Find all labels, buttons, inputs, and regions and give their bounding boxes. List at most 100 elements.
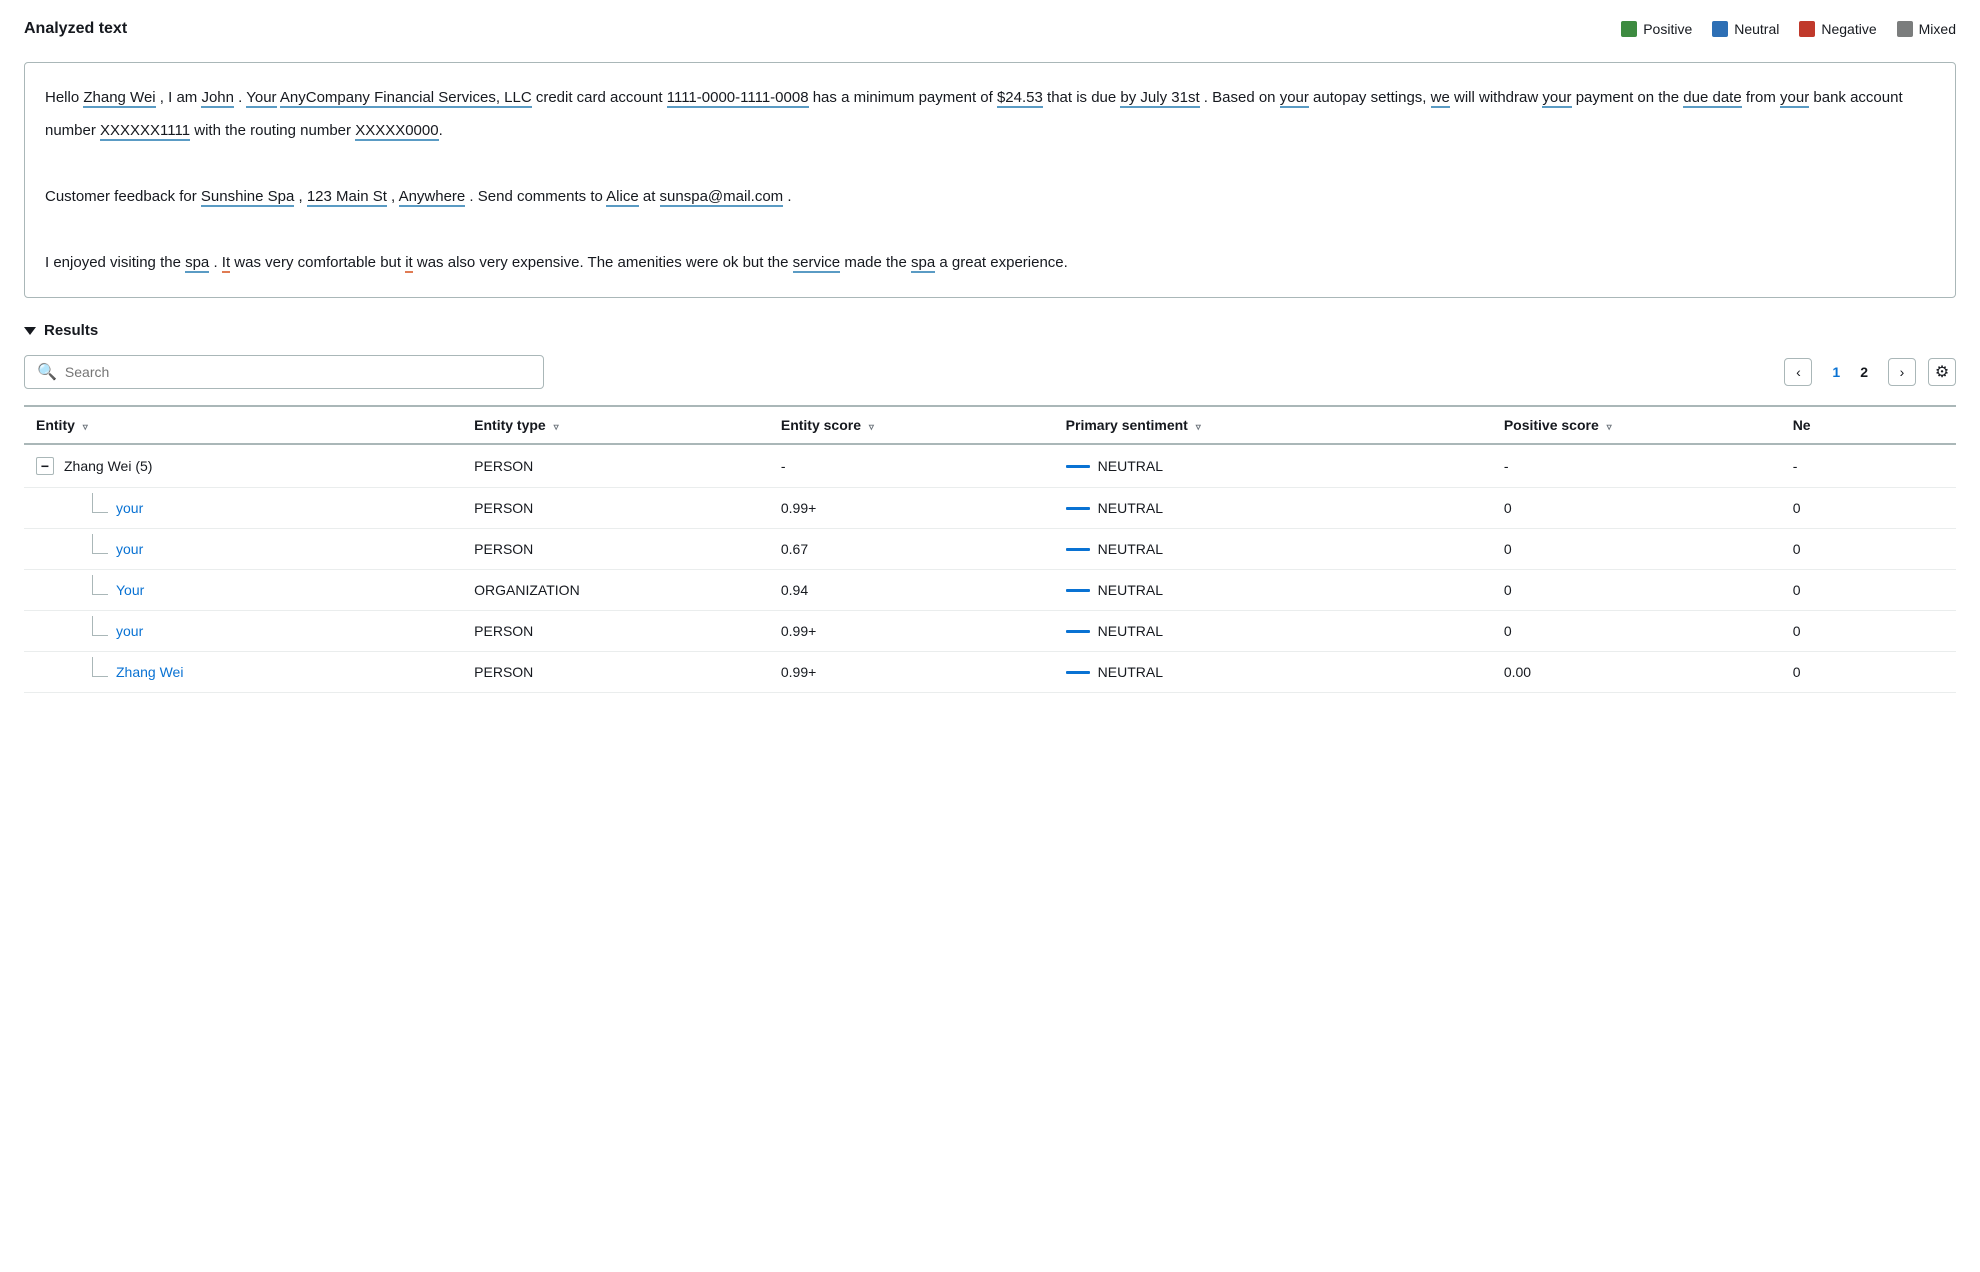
word-comma1: , I am (156, 89, 202, 106)
collapse-icon (24, 327, 36, 335)
word-great: a great experience. (935, 254, 1068, 271)
entity-link-your-2[interactable]: your (116, 541, 143, 557)
col-header-entity-type: Entity type ▿ (462, 406, 769, 444)
sentiment-cell-your-4: NEUTRAL (1054, 611, 1492, 652)
entity-sunshine-spa: Sunshine Spa (201, 188, 294, 207)
entity-address: 123 Main St (307, 188, 387, 207)
entity-link-zhang-wei-2[interactable]: Zhang Wei (116, 664, 183, 680)
word-credit: credit card account (532, 89, 667, 106)
entity-your-3: your (1542, 89, 1571, 108)
entity-date: by July 31st (1120, 89, 1199, 108)
sentiment-cell-your-3: NEUTRAL (1054, 570, 1492, 611)
entity-email: sunspa@mail.com (660, 188, 784, 207)
entity-your-1: Your (246, 89, 276, 108)
word-period2: . (439, 122, 443, 139)
primary-sentiment-sort-icon[interactable]: ▿ (1196, 422, 1201, 433)
word-period4: . (209, 254, 222, 271)
score-cell-your-2: 0.67 (769, 529, 1054, 570)
entity-type-sort-icon[interactable]: ▿ (554, 422, 559, 433)
results-header[interactable]: Results (24, 322, 1956, 339)
legend-positive-label: Positive (1643, 21, 1692, 37)
pagination: ‹ 1 2 › ⚙ (1784, 358, 1956, 386)
table-row: your PERSON 0.99+ NEUTRAL 0 0 (24, 611, 1956, 652)
word-comma3: , (387, 188, 399, 205)
sentiment-legend: Positive Neutral Negative Mixed (1621, 21, 1956, 37)
entity-link-your-3[interactable]: Your (116, 582, 144, 598)
legend-mixed: Mixed (1897, 21, 1956, 37)
entity-service: service (793, 254, 841, 273)
page-title: Analyzed text (24, 20, 127, 38)
entity-alice: Alice (606, 188, 639, 207)
positive-score-sort-icon[interactable]: ▿ (1607, 422, 1612, 433)
search-box[interactable]: 🔍 (24, 355, 544, 389)
score-cell-your-1: 0.99+ (769, 488, 1054, 529)
word-routing: with the routing number (190, 122, 355, 139)
col-header-primary-sentiment: Primary sentiment ▿ (1054, 406, 1492, 444)
sentiment-line-icon (1066, 589, 1090, 592)
word-made: made the (840, 254, 911, 271)
type-cell-zhang-wei-group: PERSON (462, 444, 769, 488)
entity-routing: XXXXX0000 (355, 122, 438, 141)
page-1-button[interactable]: 1 (1824, 362, 1848, 382)
word-from: from (1742, 89, 1780, 106)
table-row: − Zhang Wei (5) PERSON - NEUTRAL - - (24, 444, 1956, 488)
sentiment-line-icon (1066, 507, 1090, 510)
collapse-row-button[interactable]: − (36, 457, 54, 475)
sentiment-line-icon (1066, 671, 1090, 674)
entity-cell-zhang-wei-group: − Zhang Wei (5) (24, 444, 462, 488)
sentiment-value: NEUTRAL (1098, 458, 1163, 474)
positive-color-dot (1621, 21, 1637, 37)
col-header-neg: Ne (1781, 406, 1956, 444)
entity-zhang-wei-1: Zhang Wei (83, 89, 155, 108)
word-autopay: autopay settings, (1309, 89, 1431, 106)
entity-john: John (201, 89, 234, 108)
pos-score-cell-zhang-wei-2: 0.00 (1492, 652, 1781, 693)
search-input[interactable] (65, 364, 531, 380)
entity-due-date: due date (1683, 89, 1741, 108)
page-2-button[interactable]: 2 (1852, 362, 1876, 382)
next-page-button[interactable]: › (1888, 358, 1916, 386)
pos-score-cell-zhang-wei-group: - (1492, 444, 1781, 488)
entity-link-your-4[interactable]: your (116, 623, 143, 639)
results-table: Entity ▿ Entity type ▿ Entity score ▿ Pr… (24, 405, 1956, 693)
table-row: your PERSON 0.99+ NEUTRAL 0 0 (24, 488, 1956, 529)
word-based: . Based on (1200, 89, 1280, 106)
sentiment-cell-zhang-wei-2: NEUTRAL (1054, 652, 1492, 693)
legend-neutral-label: Neutral (1734, 21, 1779, 37)
type-cell-your-4: PERSON (462, 611, 769, 652)
entity-spa-1: spa (185, 254, 209, 273)
entity-link-your-1[interactable]: your (116, 500, 143, 516)
neg-score-cell-zhang-wei-2: 0 (1781, 652, 1956, 693)
entity-value-zhang-wei-group: Zhang Wei (5) (64, 458, 152, 474)
word-send: . Send comments to (465, 188, 606, 205)
legend-negative-label: Negative (1821, 21, 1876, 37)
neg-score-cell-your-1: 0 (1781, 488, 1956, 529)
results-section: Results 🔍 ‹ 1 2 › ⚙ Entity ▿ (24, 322, 1956, 693)
entity-spa-2: spa (911, 254, 935, 273)
sentiment-line-icon (1066, 630, 1090, 633)
mixed-color-dot (1897, 21, 1913, 37)
table-row: Your ORGANIZATION 0.94 NEUTRAL 0 0 (24, 570, 1956, 611)
pos-score-cell-your-3: 0 (1492, 570, 1781, 611)
col-header-entity-score: Entity score ▿ (769, 406, 1054, 444)
sentiment-value: NEUTRAL (1098, 541, 1163, 557)
word-at: at (639, 188, 660, 205)
entity-it-1: It (222, 254, 230, 273)
table-settings-button[interactable]: ⚙ (1928, 358, 1956, 386)
entity-sort-icon[interactable]: ▿ (83, 422, 88, 433)
sentiment-cell-zhang-wei-group: NEUTRAL (1054, 444, 1492, 488)
entity-cell-your-2: your (24, 529, 462, 570)
pos-score-cell-your-4: 0 (1492, 611, 1781, 652)
legend-positive: Positive (1621, 21, 1692, 37)
table-row: your PERSON 0.67 NEUTRAL 0 0 (24, 529, 1956, 570)
pagination-numbers: 1 2 (1824, 362, 1876, 382)
prev-page-button[interactable]: ‹ (1784, 358, 1812, 386)
entity-your-2: your (1280, 89, 1309, 108)
score-cell-zhang-wei-2: 0.99+ (769, 652, 1054, 693)
sentiment-cell-your-2: NEUTRAL (1054, 529, 1492, 570)
sentiment-value: NEUTRAL (1098, 623, 1163, 639)
entity-score-sort-icon[interactable]: ▿ (869, 422, 874, 433)
score-cell-your-4: 0.99+ (769, 611, 1054, 652)
word-withdraw: will withdraw (1450, 89, 1543, 106)
sentiment-value: NEUTRAL (1098, 500, 1163, 516)
